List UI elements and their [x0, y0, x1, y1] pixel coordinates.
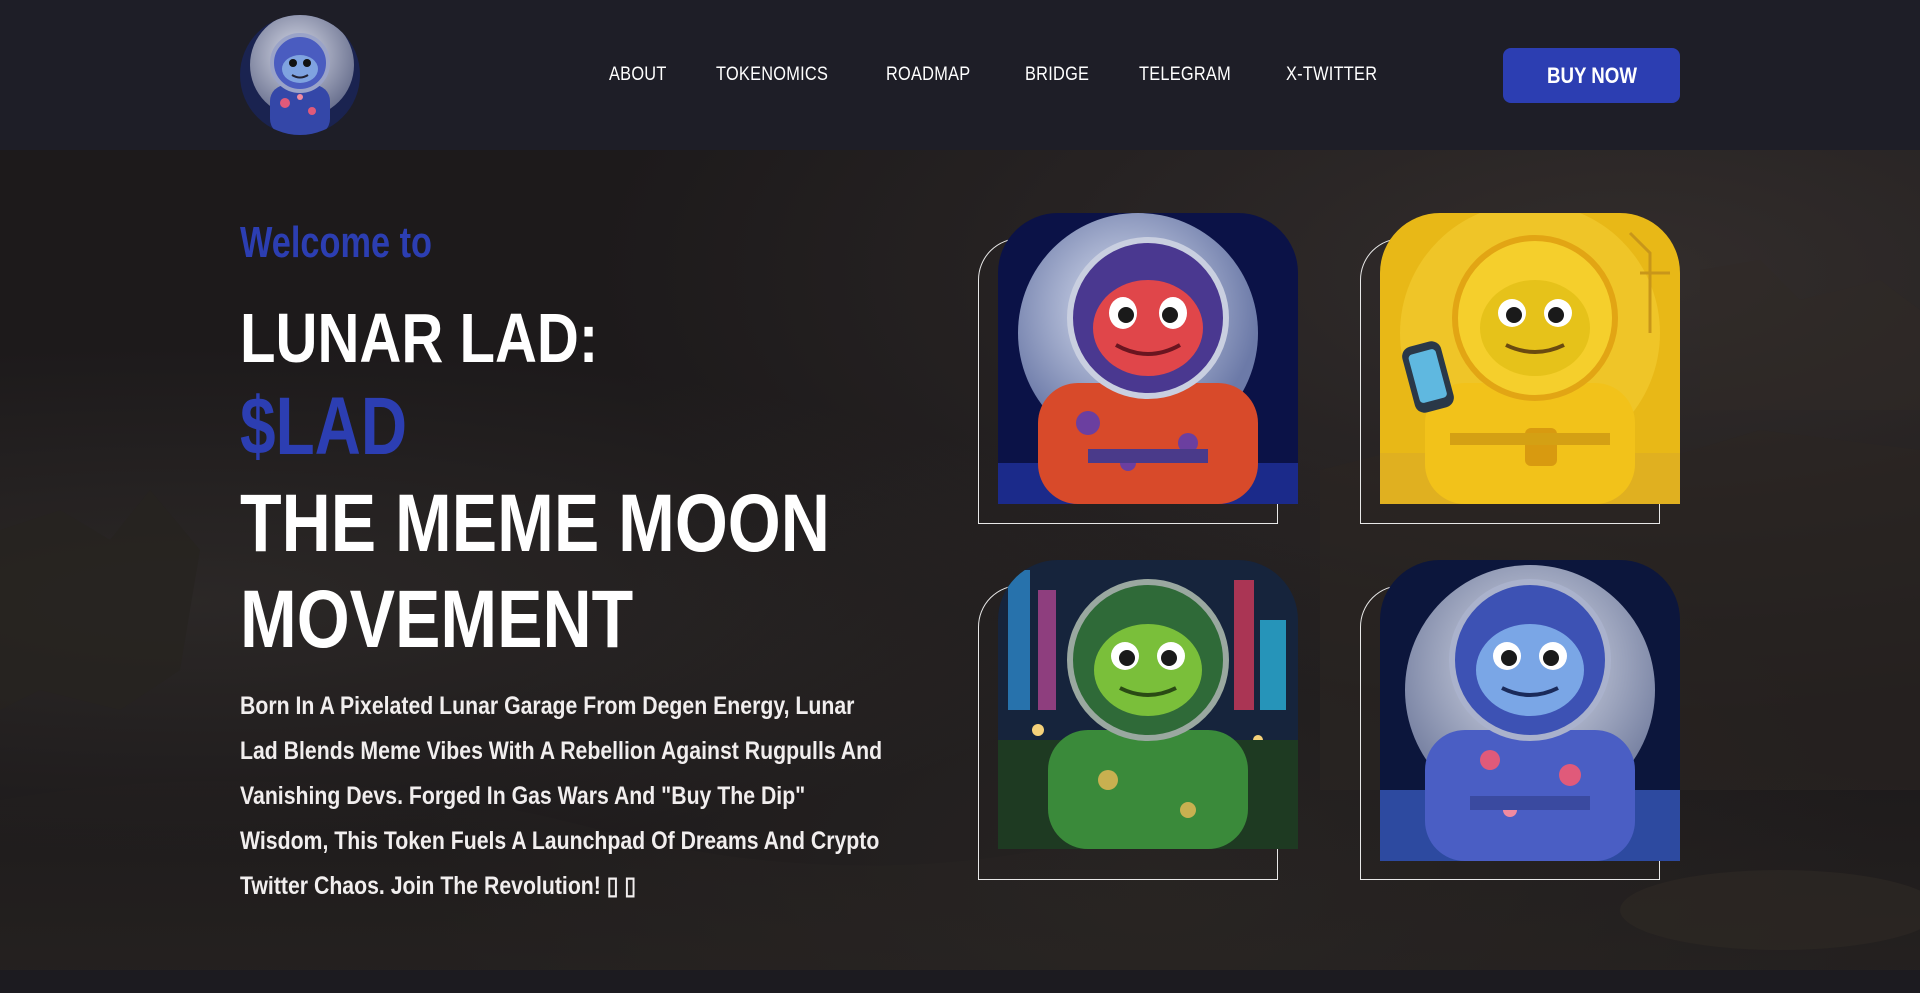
welcome-heading: Welcome to: [240, 218, 432, 267]
hero-title-line-2b: MOVEMENT: [240, 574, 634, 665]
buy-now-label: BUY NOW: [1546, 62, 1637, 88]
hero-title-line-1: LUNAR LAD:: [240, 299, 599, 377]
site-header: ABOUT TOKENOMICS ROADMAP BRIDGE TELEGRAM…: [0, 0, 1920, 150]
nav-telegram-link[interactable]: TELEGRAM: [1139, 64, 1231, 86]
nav-roadmap-link[interactable]: ROADMAP: [886, 64, 970, 86]
nav-tokenomics-link[interactable]: TOKENOMICS: [716, 64, 828, 86]
buy-now-button[interactable]: BUY NOW: [1503, 48, 1680, 103]
green-astronaut-image: [998, 560, 1298, 849]
page-bottom-band: [0, 970, 1920, 993]
hero-title-line-2: THE MEME MOON MOVEMENT: [240, 476, 830, 668]
blue-astronaut-image: [1380, 560, 1680, 861]
nav-bridge-link[interactable]: BRIDGE: [1025, 64, 1089, 86]
red-astronaut-image: [998, 213, 1298, 504]
hero-ticker: $LAD: [240, 381, 408, 472]
lunar-lad-logo-icon[interactable]: [240, 15, 360, 135]
main-nav: ABOUT TOKENOMICS ROADMAP BRIDGE TELEGRAM…: [609, 60, 1392, 90]
nav-x-twitter-link[interactable]: X-TWITTER: [1286, 64, 1377, 86]
nav-about-link[interactable]: ABOUT: [609, 64, 667, 86]
gold-astronaut-image: [1380, 213, 1680, 504]
hero-description: Born In A Pixelated Lunar Garage From De…: [240, 692, 883, 900]
hero-title-line-2a: THE MEME MOON: [240, 478, 830, 569]
